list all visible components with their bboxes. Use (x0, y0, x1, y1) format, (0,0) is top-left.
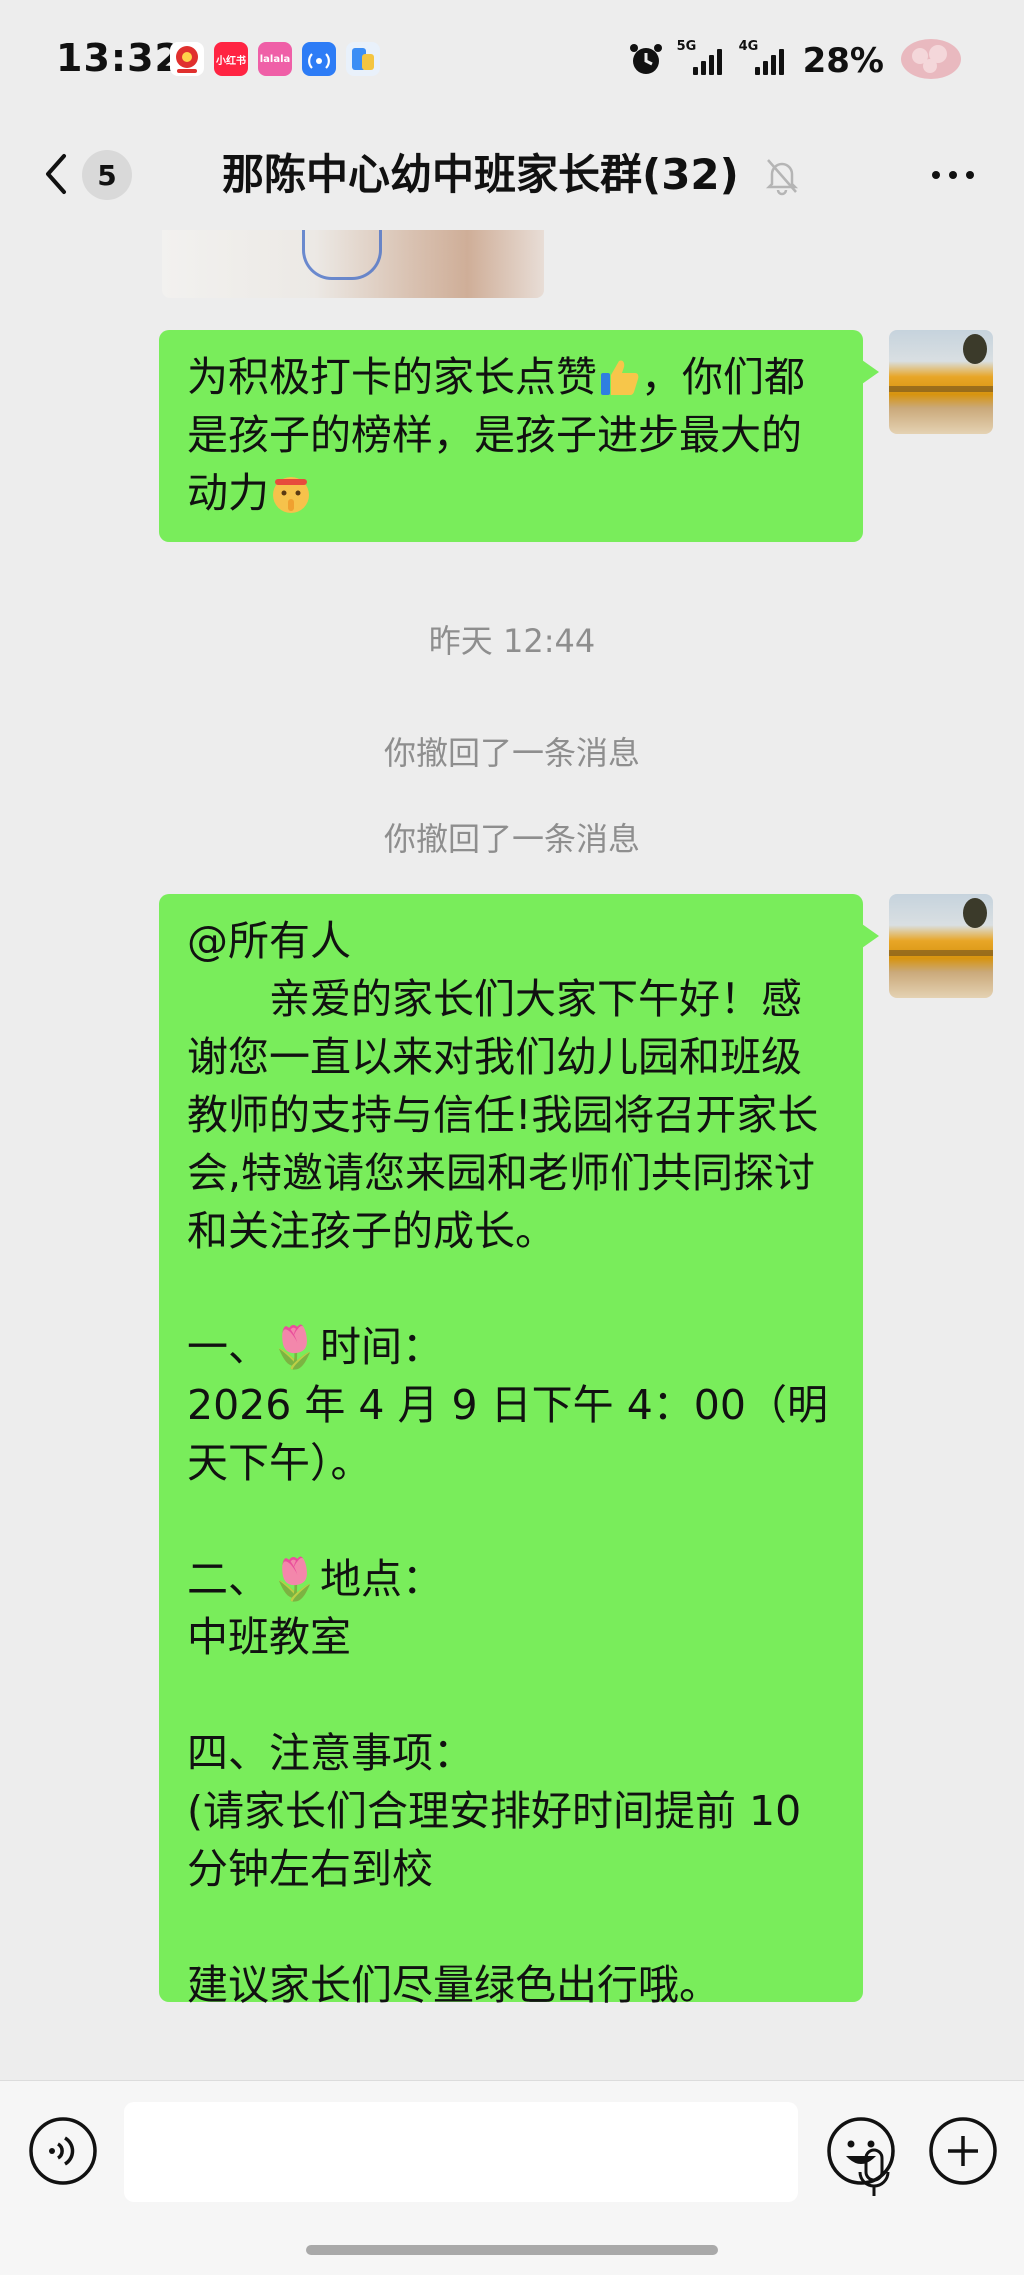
message-input[interactable] (124, 2102, 890, 2202)
user-avatar[interactable] (889, 894, 993, 998)
announcement-message-bubble[interactable]: @所有人 亲爱的家长们大家下午好！感谢您一直以来对我们幼儿园和班级教师的支持与信… (159, 894, 879, 2009)
status-app-icons: 小红书 lalala (170, 42, 380, 76)
message-timestamp: 昨天 12:44 (428, 622, 596, 660)
back-arrow-icon[interactable] (36, 144, 76, 204)
notification-app-icon (170, 42, 204, 76)
thumbs-up-icon (597, 355, 641, 399)
network-4g-label: 4G (738, 39, 759, 54)
section-notes-heading: 四、注意事项： (187, 1729, 474, 1777)
chat-title[interactable]: 那陈中心幼中班家长群(32) (222, 140, 739, 210)
network-5g-label: 5G (676, 39, 697, 54)
user-avatar[interactable] (889, 330, 993, 434)
hotspot-icon (302, 42, 336, 76)
shushing-face-icon (269, 471, 313, 515)
status-right: 5G 4G 28% (627, 36, 964, 86)
mention-all: @所有人 (187, 917, 351, 965)
section-time-heading: 一、🌷时间： (187, 1323, 444, 1371)
emoji-icon[interactable] (826, 2116, 896, 2186)
section-location-heading: 二、🌷地点： (187, 1555, 444, 1603)
status-bar: 13:32 小红书 lalala 5G 4G 28% (0, 0, 1024, 120)
status-time: 13:32 (56, 36, 182, 80)
signal-5g-icon: 5G (677, 39, 727, 75)
floating-widget-icon (898, 36, 964, 86)
section-time-value: 2026 年 4 月 9 日下午 4：00（明天下午）。 (187, 1381, 828, 1487)
home-indicator[interactable] (306, 2245, 718, 2255)
unread-count-badge[interactable]: 5 (82, 150, 132, 200)
voice-icon[interactable] (28, 2116, 98, 2186)
closing-line: 建议家长们尽量绿色出行哦。 (187, 1961, 720, 2009)
image-content (302, 230, 382, 280)
section-location-value: 中班教室 (187, 1613, 351, 1661)
lalala-app-icon: lalala (258, 42, 292, 76)
notes-app-icon (346, 42, 380, 76)
message-paragraph: 亲爱的家长们大家下午好！感谢您一直以来对我们幼儿园和班级教师的支持与信任!我园将… (187, 975, 819, 1255)
alarm-icon (627, 40, 665, 82)
message-text: 为积极打卡的家长点赞 (187, 353, 597, 401)
message-bubble[interactable]: 为积极打卡的家长点赞 ，你们都是孩子的榜样，是孩子进步最大的动力 (159, 330, 879, 542)
image-message[interactable] (162, 230, 544, 298)
battery-level: 28% (802, 41, 884, 81)
chat-header: 5 那陈中心幼中班家长群(32) (0, 120, 1024, 230)
recall-notice: 你撤回了一条消息 (383, 820, 640, 858)
signal-4g-icon: 4G (739, 39, 789, 75)
mute-bell-icon (764, 156, 800, 196)
more-icon[interactable] (928, 160, 978, 190)
plus-icon[interactable] (928, 2116, 998, 2186)
xiaohongshu-icon: 小红书 (214, 42, 248, 76)
section-notes-value: (请家长们合理安排好时间提前 10 分钟左右到校 (187, 1787, 815, 1893)
recall-notice: 你撤回了一条消息 (383, 734, 640, 772)
